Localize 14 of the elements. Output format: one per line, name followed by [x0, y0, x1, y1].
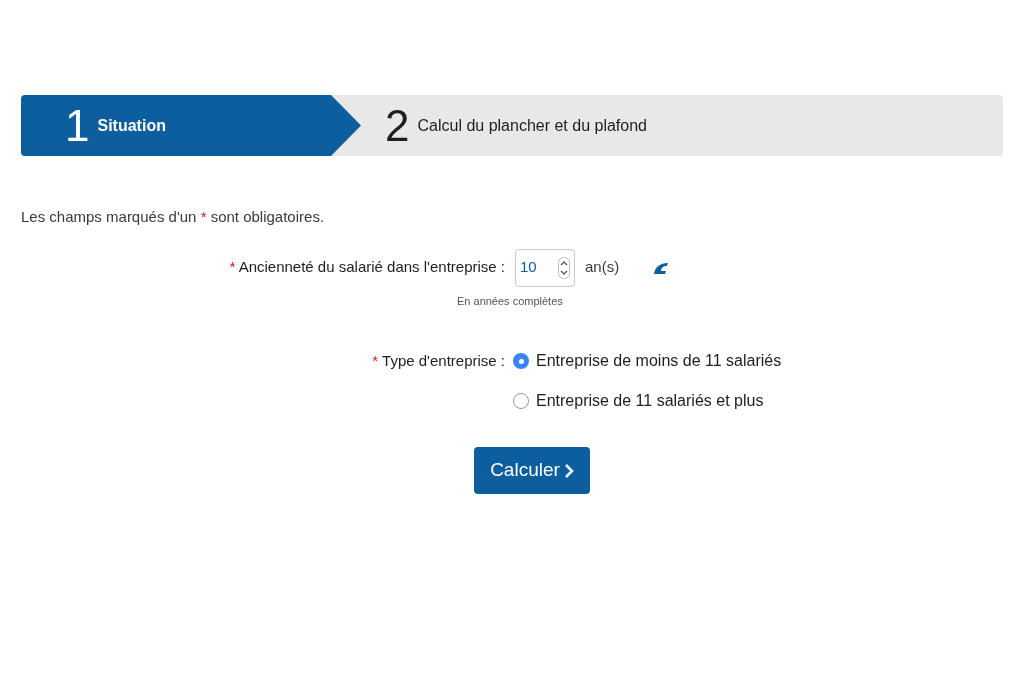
radio-option[interactable]: Entreprise de moins de 11 salariés: [513, 349, 782, 373]
number-field[interactable]: 10: [515, 248, 575, 287]
required-notice: Les champs marqués d'un * sont obligatoires.: [21, 207, 325, 227]
unit-label: an(s): [585, 257, 620, 278]
spinner-icon[interactable]: [558, 256, 570, 279]
field-label: * Type d'entreprise :: [372, 351, 505, 371]
calculate-button[interactable]: Calculer: [474, 447, 590, 494]
swoosh-icon[interactable]: [653, 261, 670, 274]
radio-option[interactable]: Entreprise de 11 salariés et plus: [513, 389, 764, 413]
radio-icon[interactable]: [513, 393, 529, 409]
radio-icon[interactable]: [513, 353, 529, 369]
field-label: * Ancienneté du salarié dans l'entreprise :: [229, 257, 505, 278]
chevron-right-icon: [563, 462, 574, 479]
field-hint: En années complètes: [457, 293, 563, 309]
